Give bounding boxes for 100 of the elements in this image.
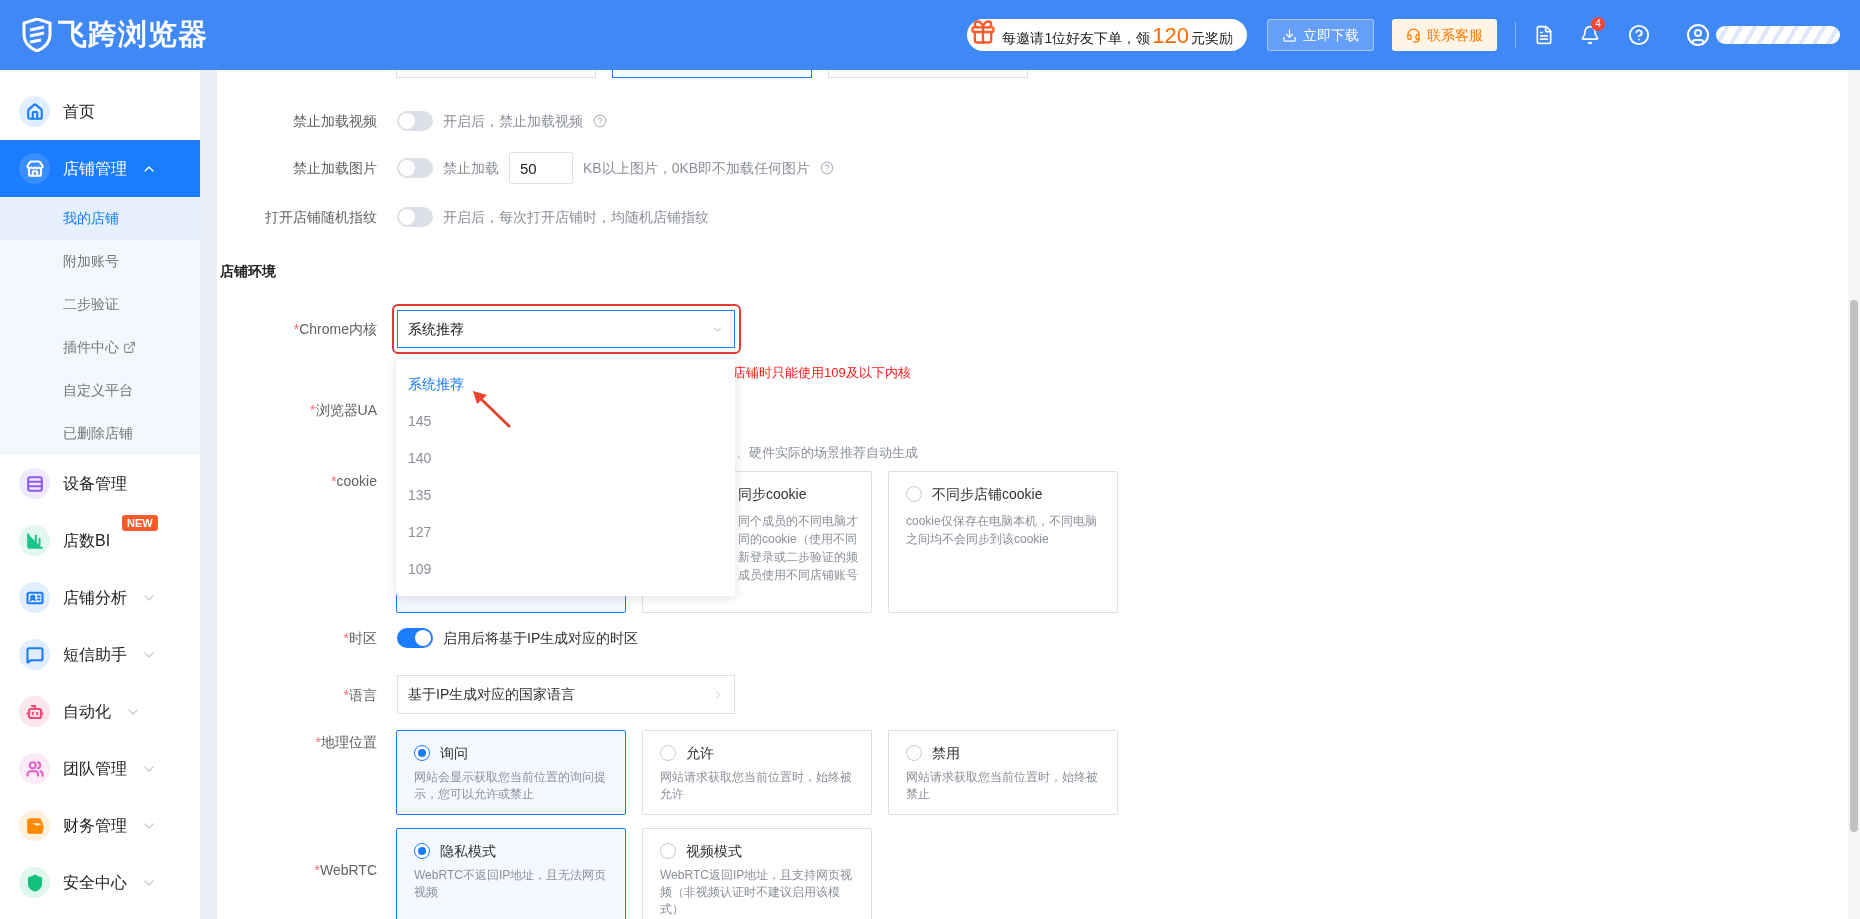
avatar-icon[interactable] (1686, 23, 1710, 47)
field-label: 禁止加载图片 (293, 158, 377, 178)
option-description: 频（非视频认证时不建议启用该模 (660, 884, 841, 901)
submenu-label: 自定义平台 (63, 381, 133, 400)
scrollbar-thumb[interactable] (1850, 300, 1858, 832)
field-label: *cookie (331, 472, 377, 491)
shield-logo-icon (22, 18, 52, 52)
toggle-switch[interactable] (397, 111, 433, 131)
sidebar-label: 店数BI (63, 530, 111, 551)
size-input[interactable]: 50 (509, 152, 573, 184)
option-title: 视频模式 (686, 841, 742, 861)
submenu-item[interactable]: 插件中心 (0, 326, 200, 369)
submenu-item[interactable]: 附加账号 (0, 240, 200, 283)
radio-button[interactable] (660, 843, 676, 859)
document-icon[interactable] (1534, 25, 1554, 45)
radio-button[interactable] (414, 843, 430, 859)
sidebar-label: 自动化 (63, 701, 111, 722)
option-card[interactable]: 禁用 网站请求获取您当前位置时，始终被 禁止 (888, 730, 1118, 815)
field-label: *时区 (343, 629, 377, 648)
option-card[interactable]: 允许 网站请求获取您当前位置时，始终被 允许 (642, 730, 872, 815)
option-card[interactable]: 视频模式 WebRTC返回IP地址，且支持网页视 频（非视频认证时不建议启用该模 式） (642, 828, 872, 919)
submenu-item[interactable]: 二步验证 (0, 283, 200, 326)
option-description: 成员使用不同店铺账号 (738, 567, 859, 584)
option-card[interactable]: 隐私模式 WebRTC不返回IP地址，且无法网页 视频 (396, 828, 626, 919)
option-description: 示，您可以允许或禁止 (414, 786, 535, 803)
submenu-item[interactable]: 我的店铺 (0, 197, 200, 240)
setting-description: 启用后将基于IP生成对应的时区 (443, 628, 639, 648)
scrollbar[interactable] (1848, 70, 1860, 919)
help-icon[interactable] (820, 161, 835, 175)
promo-banner[interactable]: 每邀请1位好友下单，领 120 元奖励 (967, 19, 1247, 51)
chrome-select[interactable]: 系统推荐 (397, 310, 735, 348)
option-title: 同步cookie (738, 484, 807, 504)
submenu-item[interactable]: 已删除店铺 (0, 412, 200, 455)
option-title: 隐私模式 (440, 841, 496, 861)
submenu-label: 插件中心 (63, 338, 119, 357)
option-title: 禁用 (932, 743, 960, 763)
sidebar-label: 店铺分析 (63, 587, 127, 608)
notification-badge: 4 (1591, 17, 1605, 31)
option-description: WebRTC返回IP地址，且支持网页视 (660, 867, 854, 884)
notification-icon[interactable] (1580, 25, 1600, 45)
section-title: 店铺环境 (220, 261, 276, 281)
warning-text: 店铺时只能使用109及以下内核 (733, 365, 911, 380)
sidebar-label: 团队管理 (63, 758, 127, 779)
option-description: 式） (660, 901, 685, 918)
setting-description: 开启后，禁止加载视频 (443, 111, 583, 131)
option-card[interactable]: 不同步店铺cookie cookie仅保存在电脑本机，不同电脑 之间均不会同步到该cookie (888, 471, 1118, 613)
headset-icon (1406, 27, 1421, 43)
option-description: 禁止 (906, 786, 931, 803)
submenu-label: 附加账号 (63, 252, 119, 271)
option-description: 同个成员的不同电脑才 (738, 513, 859, 530)
toggle-switch[interactable] (397, 158, 433, 178)
sidebar-label: 店铺管理 (63, 158, 127, 179)
option-title: 询问 (440, 743, 468, 763)
field-label: *地理位置 (315, 733, 377, 752)
option-description: cookie仅保存在电脑本机，不同电脑 (906, 513, 1098, 530)
app-logo-text: 飞跨浏览器 (58, 17, 208, 53)
radio-button[interactable] (906, 486, 922, 502)
field-label: *WebRTC (314, 861, 377, 880)
submenu-item[interactable]: 自定义平台 (0, 369, 200, 412)
option-title: 不同步店铺cookie (932, 484, 1043, 504)
help-icon[interactable] (593, 114, 607, 128)
radio-button[interactable] (414, 745, 430, 761)
field-label: *Chrome内核 (293, 320, 377, 339)
field-label: 禁止加载视频 (293, 111, 377, 131)
sidebar-label: 财务管理 (63, 815, 127, 836)
hint-text: 、硬件实际的场景推荐自动生成 (736, 445, 918, 460)
submenu-label: 我的店铺 (63, 209, 119, 228)
option-description: 视频 (414, 884, 439, 901)
sidebar-label: 短信助手 (63, 644, 127, 665)
dropdown-option[interactable]: 系统推荐 (396, 366, 735, 403)
promo-text: 每邀请1位好友下单，领 120 元奖励 (1002, 21, 1233, 50)
field-label: 打开店铺随机指纹 (265, 207, 377, 227)
option-card[interactable]: 询问 网站会显示获取您当前位置的询问提 示，您可以允许或禁止 (396, 730, 626, 815)
option-description: 网站请求获取您当前位置时，始终被 (906, 769, 1099, 786)
radio-button[interactable] (906, 745, 922, 761)
setting-description: 禁止加载 (443, 158, 499, 178)
download-icon (1282, 27, 1297, 43)
option-description: 同的cookie（使用不同 (738, 531, 858, 548)
language-select[interactable]: 基于IP生成对应的国家语言 (397, 675, 735, 714)
option-description: 网站请求获取您当前位置时，始终被 (660, 769, 853, 786)
gift-icon (969, 17, 998, 47)
new-badge: NEW (122, 515, 158, 531)
option-description: 之间均不会同步到该cookie (906, 531, 1050, 548)
option-title: 允许 (686, 743, 714, 763)
submenu-label: 二步验证 (63, 295, 119, 314)
sidebar-item[interactable]: 店铺管理 (0, 140, 200, 197)
setting-description: KB以上图片，0KB即不加载任何图片 (583, 158, 811, 178)
option-card[interactable] (612, 70, 812, 78)
toggle-switch[interactable] (397, 628, 433, 648)
toggle-switch[interactable] (397, 207, 433, 227)
field-label: *语言 (343, 685, 377, 705)
radio-button[interactable] (660, 745, 676, 761)
setting-description: 开启后，每次打开店铺时，均随机店铺指纹 (443, 207, 709, 227)
field-label: *浏览器UA (310, 401, 377, 420)
sidebar-label: 首页 (63, 101, 95, 122)
option-description: 允许 (660, 786, 685, 803)
sidebar-label: 设备管理 (63, 473, 127, 494)
sidebar-label: 安全中心 (63, 872, 127, 893)
submenu-label: 已删除店铺 (63, 424, 133, 443)
option-description: 新登录或二步验证的频 (738, 549, 859, 566)
